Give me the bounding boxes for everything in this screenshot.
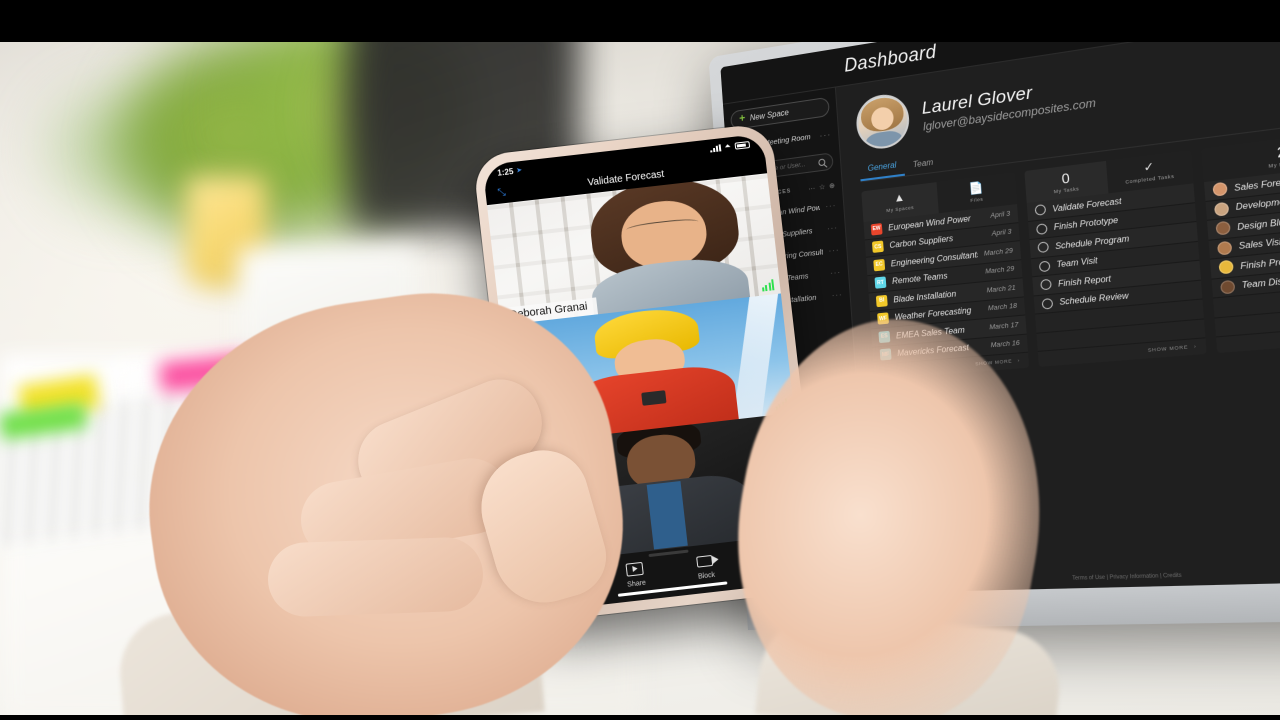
post-avatar (1212, 182, 1227, 197)
overflow-menu-icon[interactable]: ··· (831, 290, 842, 300)
finger (267, 536, 484, 617)
overflow-menu-icon[interactable]: ··· (827, 223, 838, 233)
block-label: Block (698, 572, 716, 581)
space-name: Blade Installation (893, 289, 956, 304)
completed-tasks-caption: Completed Tasks (1125, 173, 1174, 184)
task-name: Finish Prototype (1053, 216, 1118, 233)
new-space-label: New Space (750, 108, 790, 123)
camera-icon (694, 550, 716, 572)
letterbox-bottom (0, 715, 1280, 720)
task-checkbox[interactable] (1040, 279, 1052, 291)
plus-icon: + (739, 113, 746, 125)
minimize-icon[interactable]: ⤡ (497, 186, 506, 198)
post-title: Sales Forecast (1234, 175, 1280, 193)
space-initials-chip: EW (871, 223, 883, 236)
profile-avatar (855, 91, 911, 152)
signal-strength-icon (761, 279, 775, 291)
overflow-menu-icon[interactable]: ··· (828, 245, 839, 255)
location-arrow-icon: ➤ (516, 166, 523, 175)
share-label: Share (627, 580, 646, 589)
files-caption: Files (970, 196, 983, 203)
posts-panel: 2 My Posts Sales Forecast (1201, 129, 1280, 353)
space-date: March 21 (986, 284, 1016, 294)
task-name: Schedule Program (1055, 233, 1130, 251)
post-avatar (1215, 221, 1230, 236)
tab-general[interactable]: General (859, 159, 905, 181)
task-checkbox[interactable] (1037, 242, 1049, 254)
chevron-right-icon: › (1017, 358, 1020, 363)
post-avatar (1220, 280, 1235, 295)
my-posts-count: 2 (1276, 144, 1280, 160)
battery-icon (734, 141, 750, 150)
post-title: Design Blueprints (1237, 214, 1280, 232)
overflow-menu-icon[interactable]: ··· (830, 268, 841, 278)
my-tasks-caption: My Tasks (1054, 186, 1080, 194)
posts-list: Sales Forecast Development Plan Design B… (1204, 163, 1280, 337)
space-initials-chip: EC (873, 259, 885, 271)
tab-team[interactable]: Team (904, 156, 942, 175)
overflow-menu-icon[interactable]: ··· (808, 185, 815, 193)
task-checkbox[interactable] (1039, 260, 1051, 272)
screenshot-stage: Dashboard Laurel lglover@baysidecomposit… (0, 0, 1280, 720)
space-date: March 18 (988, 303, 1018, 313)
letterbox-top (0, 0, 1280, 42)
post-title: Development Plan (1235, 193, 1280, 212)
check-circle-icon: ✓ (1143, 162, 1155, 175)
task-name: Team Visit (1056, 256, 1098, 270)
my-tasks-count: 0 (1061, 171, 1070, 186)
my-posts-caption: My Posts (1268, 160, 1280, 169)
space-date: April 3 (991, 228, 1011, 238)
post-title: Sales Visit (1238, 237, 1280, 252)
space-date: March 17 (989, 321, 1019, 331)
screen-share-icon (624, 558, 646, 580)
space-name: Remote Teams (892, 271, 948, 286)
post-avatar (1214, 201, 1229, 216)
flame-icon: ▲ (893, 192, 905, 205)
space-initials-chip: CS (872, 241, 884, 253)
post-title: Finish Program (1240, 254, 1280, 271)
space-initials-chip: BI (876, 295, 888, 307)
status-time: 1:25 (497, 166, 514, 177)
space-date: March 16 (990, 340, 1020, 350)
post-avatar (1218, 260, 1233, 275)
task-checkbox[interactable] (1035, 204, 1047, 216)
my-spaces-caption: My Spaces (886, 205, 914, 213)
post-title: Team Discussion (1242, 274, 1280, 291)
tasks-list: Validate Forecast Finish Prototype Sched… (1027, 183, 1206, 352)
space-initials-chip: RT (875, 277, 887, 289)
space-name: Carbon Suppliers (889, 234, 953, 250)
space-date: April 3 (990, 210, 1010, 220)
overflow-menu-icon[interactable]: ··· (825, 201, 836, 211)
task-checkbox[interactable] (1036, 223, 1048, 235)
star-icon[interactable]: ☆ (819, 183, 826, 192)
overflow-menu-icon[interactable]: ··· (819, 129, 831, 141)
page-title: Dashboard (844, 41, 937, 77)
file-icon: 📄 (968, 183, 983, 196)
search-icon (818, 158, 825, 166)
tasks-panel: 0 My Tasks ✓ Completed Tasks Validate Fo… (1024, 150, 1206, 367)
signal-icon (709, 144, 721, 152)
task-name: Schedule Review (1059, 291, 1129, 307)
add-circle-icon[interactable]: ⊕ (829, 182, 835, 191)
task-name: Finish Report (1058, 274, 1112, 289)
wifi-icon: ⏶ (724, 141, 731, 152)
post-avatar (1217, 240, 1232, 255)
space-date: March 29 (984, 247, 1013, 257)
chevron-right-icon: › (1194, 344, 1197, 350)
space-date: March 29 (985, 266, 1015, 276)
task-checkbox[interactable] (1041, 298, 1053, 310)
